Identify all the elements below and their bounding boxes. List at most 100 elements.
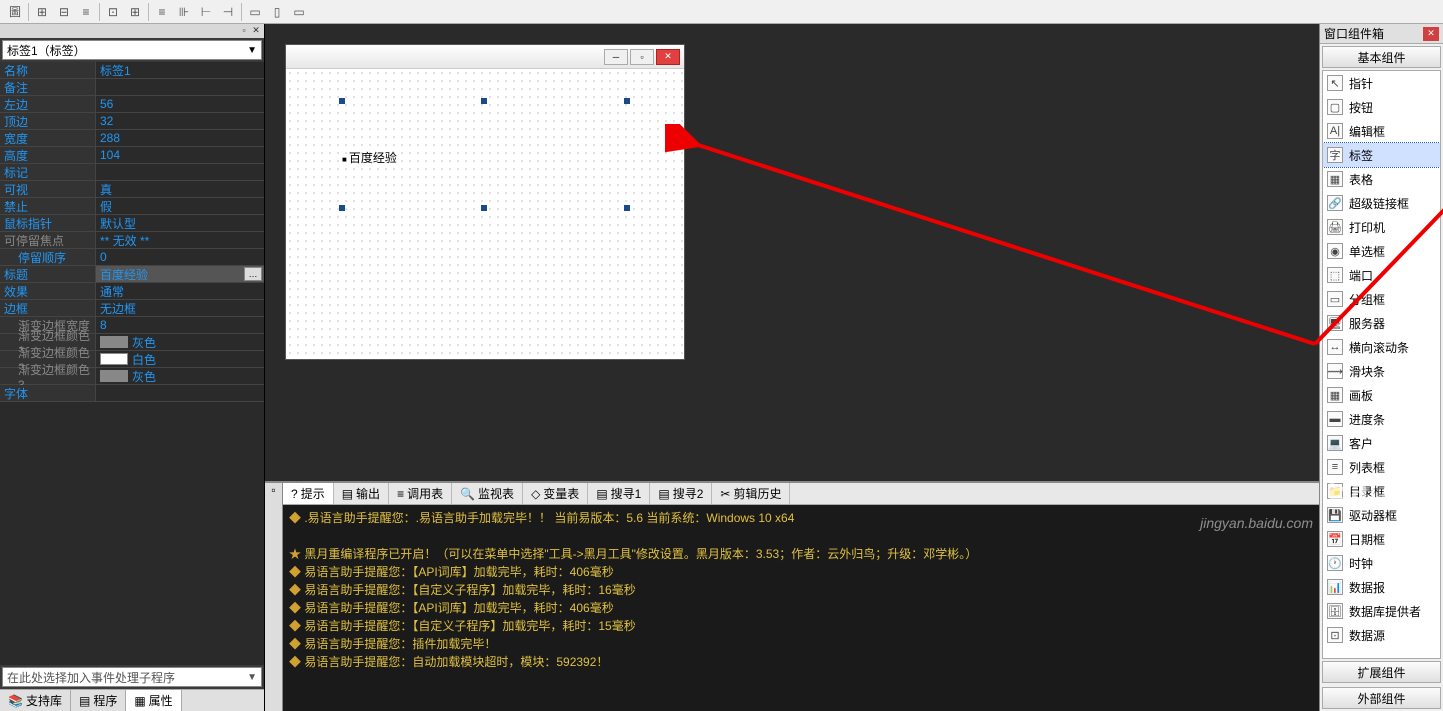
label-control[interactable]: 百度经验 [342,149,397,166]
property-row[interactable]: 左边56 [0,96,264,113]
output-tab[interactable]: ▤搜寻2 [650,483,712,504]
component-item[interactable]: ▦表格 [1323,167,1440,191]
panel-dock-icon[interactable]: ▫ [265,483,282,497]
component-item[interactable]: ▭分组框 [1323,287,1440,311]
property-value[interactable]: 白色 [96,351,264,367]
property-value[interactable]: 假 [96,198,264,214]
component-item[interactable]: ⬚端口 [1323,263,1440,287]
extended-components-button[interactable]: 扩展组件 [1322,661,1441,683]
component-item[interactable]: 📁目录框 [1323,479,1440,503]
property-value[interactable]: 通常 [96,283,264,299]
property-row[interactable]: 渐变边框颜色3灰色 [0,368,264,385]
toolbar-button[interactable]: ▭ [244,1,266,23]
output-tab[interactable]: 🔍监视表 [452,483,523,504]
minimize-button[interactable]: ─ [604,49,628,65]
property-value[interactable]: 288 [96,130,264,146]
property-edit-button[interactable]: … [244,267,262,281]
design-window[interactable]: ─ ▫ ✕ 百度经验 [285,44,685,360]
property-value[interactable] [96,164,264,180]
close-icon[interactable]: ✕ [1423,27,1439,41]
selection-handle[interactable] [624,205,630,211]
toolbar-button[interactable]: ⊣ [217,1,239,23]
panel-tab[interactable]: 📚支持库 [0,690,71,711]
output-content[interactable]: .易语言助手提醒您：.易语言助手加载完毕！！ 当前易版本：5.6 当前系统：Wi… [283,505,1319,711]
component-item[interactable]: ⊡数据源 [1323,623,1440,647]
component-item[interactable]: A|编辑框 [1323,119,1440,143]
component-item[interactable]: ≡列表框 [1323,455,1440,479]
property-row[interactable]: 字体 [0,385,264,402]
property-value[interactable] [96,385,264,401]
property-value[interactable]: 0 [96,249,264,265]
output-tab[interactable]: ▤搜寻1 [588,483,650,504]
component-item[interactable]: 🕐时钟 [1323,551,1440,575]
toolbar-button[interactable]: ⊡ [102,1,124,23]
property-row[interactable]: 备注 [0,79,264,96]
component-item[interactable]: 📊数据报 [1323,575,1440,599]
property-value[interactable]: ** 无效 ** [96,232,264,248]
object-selector[interactable]: 标签1（标签） ▼ [2,40,262,60]
component-item[interactable]: 🖥服务器 [1323,311,1440,335]
output-tab[interactable]: ▤输出 [334,483,389,504]
toolbar-button[interactable]: ≡ [151,1,173,23]
component-item[interactable]: 📅日期框 [1323,527,1440,551]
property-row[interactable]: 宽度288 [0,130,264,147]
event-selector[interactable]: 在此处选择加入事件处理子程序 ▼ [2,667,262,687]
panel-tab[interactable]: ▤程序 [71,690,126,711]
property-row[interactable]: 效果通常 [0,283,264,300]
property-row[interactable]: 可视真 [0,181,264,198]
toolbar-button[interactable]: ≡ [75,1,97,23]
toolbar-button[interactable]: ⊟ [53,1,75,23]
window-client-area[interactable]: 百度经验 [286,69,684,359]
toolbar-button[interactable]: ▭ [288,1,310,23]
component-item[interactable]: 🗄数据库提供者 [1323,599,1440,623]
property-value[interactable]: 32 [96,113,264,129]
property-value[interactable]: 灰色 [96,368,264,384]
property-row[interactable]: 禁止假 [0,198,264,215]
form-designer[interactable]: ─ ▫ ✕ 百度经验 [265,24,1319,481]
property-value[interactable]: 无边框 [96,300,264,316]
property-value[interactable]: 56 [96,96,264,112]
component-item[interactable]: 💻客户 [1323,431,1440,455]
toolbar-button[interactable]: ⊪ [173,1,195,23]
component-item[interactable]: ◉单选框 [1323,239,1440,263]
property-row[interactable]: 顶边32 [0,113,264,130]
property-row[interactable]: 高度104 [0,147,264,164]
selection-handle[interactable] [339,205,345,211]
component-item[interactable]: 🔗超级链接框 [1323,191,1440,215]
component-list[interactable]: ↖指针▢按钮A|编辑框字标签▦表格🔗超级链接框🖨打印机◉单选框⬚端口▭分组框🖥服… [1322,70,1441,659]
property-value[interactable]: 8 [96,317,264,333]
panel-close-icon[interactable]: ✕ [250,24,262,36]
component-item[interactable]: 💾驱动器框 [1323,503,1440,527]
property-row[interactable]: 鼠标指针默认型 [0,215,264,232]
selection-handle[interactable] [339,98,345,104]
output-tab[interactable]: ≡调用表 [389,483,452,504]
component-item[interactable]: ▬进度条 [1323,407,1440,431]
panel-tab[interactable]: ▦属性 [126,690,181,711]
property-value[interactable]: 真 [96,181,264,197]
property-row[interactable]: 标题百度经验… [0,266,264,283]
output-tab[interactable]: ✂剪辑历史 [712,483,790,504]
property-value[interactable]: 104 [96,147,264,163]
output-tab[interactable]: ◇变量表 [523,483,588,504]
toolbar-button[interactable]: 圖 [4,1,26,23]
panel-dock-icon[interactable]: ▫ [238,24,250,36]
external-components-button[interactable]: 外部组件 [1322,687,1441,709]
component-item[interactable]: 🖨打印机 [1323,215,1440,239]
toolbar-button[interactable]: ▯ [266,1,288,23]
selection-handle[interactable] [481,98,487,104]
property-grid[interactable]: 名称标签1备注左边56顶边32宽度288高度104标记可视真禁止假鼠标指针默认型… [0,62,264,665]
selection-handle[interactable] [624,98,630,104]
toolbar-button[interactable]: ⊞ [31,1,53,23]
basic-components-button[interactable]: 基本组件 [1322,46,1441,68]
property-row[interactable]: 停留顺序0 [0,249,264,266]
property-row[interactable]: 名称标签1 [0,62,264,79]
property-value[interactable]: 灰色 [96,334,264,350]
property-row[interactable]: 可停留焦点** 无效 ** [0,232,264,249]
toolbar-button[interactable]: ⊞ [124,1,146,23]
component-item[interactable]: ↔横向滚动条 [1323,335,1440,359]
property-value[interactable]: 默认型 [96,215,264,231]
property-value[interactable]: 百度经验… [96,266,264,282]
close-button[interactable]: ✕ [656,49,680,65]
output-tab[interactable]: ?提示 [283,483,334,504]
toolbar-button[interactable]: ⊢ [195,1,217,23]
